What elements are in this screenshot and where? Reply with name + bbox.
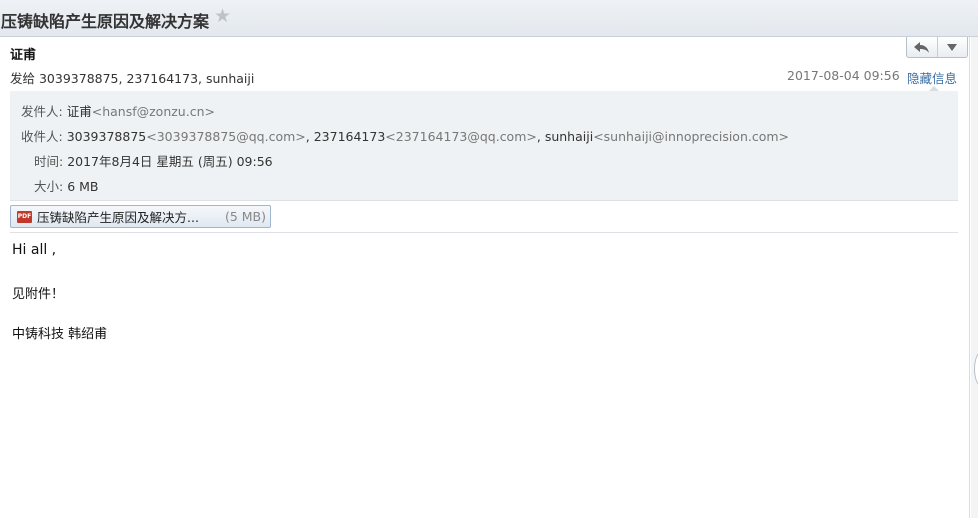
time-row: 时间: 2017年8月4日 星期五 (周五) 09:56 — [34, 151, 273, 170]
recipient-name[interactable]: 3039378875 — [67, 129, 147, 144]
sender-name[interactable]: 证甫 — [10, 44, 36, 63]
recipient-separator: , — [536, 129, 541, 144]
reply-button[interactable] — [907, 37, 937, 57]
star-icon[interactable]: ★ — [214, 5, 231, 27]
recipients-summary: 发给 3039378875, 237164173, sunhaiji — [10, 71, 255, 86]
recipient-address[interactable]: <3039378875@qq.com> — [146, 129, 306, 144]
reply-toolbar — [906, 37, 968, 58]
recipient-name[interactable]: sunhaiji — [545, 129, 593, 144]
sent-date: 2017-08-04 09:56 — [787, 68, 900, 83]
time-label: 时间: — [34, 154, 64, 169]
recipient-address[interactable]: <237164173@qq.com> — [385, 129, 537, 144]
reply-icon — [913, 41, 929, 53]
from-name[interactable]: 证甫 — [67, 104, 92, 119]
attachment-name[interactable]: 压铸缺陷产生原因及解决方... — [37, 207, 199, 226]
body-line: 见附件！ — [12, 287, 65, 302]
email-panel: 证甫 发给 3039378875, 237164173, sunhaiji 20… — [0, 37, 970, 518]
recipient-name[interactable]: 237164173 — [314, 129, 386, 144]
size-value: 6 MB — [67, 179, 99, 194]
from-address[interactable]: <hansf@zonzu.cn> — [92, 104, 215, 119]
more-actions-button[interactable] — [936, 37, 968, 57]
recipient-separator: , — [305, 129, 310, 144]
attachment-item[interactable]: PDF 压铸缺陷产生原因及解决方... (5 MB) — [10, 205, 271, 228]
subject-bar: 压铸缺陷产生原因及解决方案 ★ — [0, 0, 978, 37]
time-value: 2017年8月4日 星期五 (周五) 09:56 — [67, 154, 273, 169]
recipient-address[interactable]: <sunhaiji@innoprecision.com> — [593, 129, 789, 144]
details-box: 发件人: 证甫<hansf@zonzu.cn> 收件人: 3039378875<… — [10, 91, 958, 201]
scrollbar-track[interactable] — [971, 37, 978, 518]
attachment-size: (5 MB) — [224, 209, 266, 224]
from-row: 发件人: 证甫<hansf@zonzu.cn> — [21, 101, 215, 120]
size-row: 大小: 6 MB — [34, 176, 99, 195]
body-greeting: Hi all , — [12, 242, 57, 258]
dropdown-icon — [947, 43, 958, 51]
size-label: 大小: — [34, 179, 64, 194]
attachment-bar: PDF 压铸缺陷产生原因及解决方... (5 MB) — [10, 201, 958, 233]
body-signature: 中铸科技 韩绍甫 — [12, 327, 108, 342]
pdf-icon: PDF — [17, 210, 32, 223]
hide-details-link[interactable]: 隐藏信息 — [907, 68, 957, 87]
from-label: 发件人: — [21, 104, 63, 119]
to-row: 收件人: 3039378875<3039378875@qq.com>, 2371… — [21, 126, 789, 145]
email-subject: 压铸缺陷产生原因及解决方案 — [1, 12, 210, 31]
to-label: 收件人: — [21, 129, 63, 144]
